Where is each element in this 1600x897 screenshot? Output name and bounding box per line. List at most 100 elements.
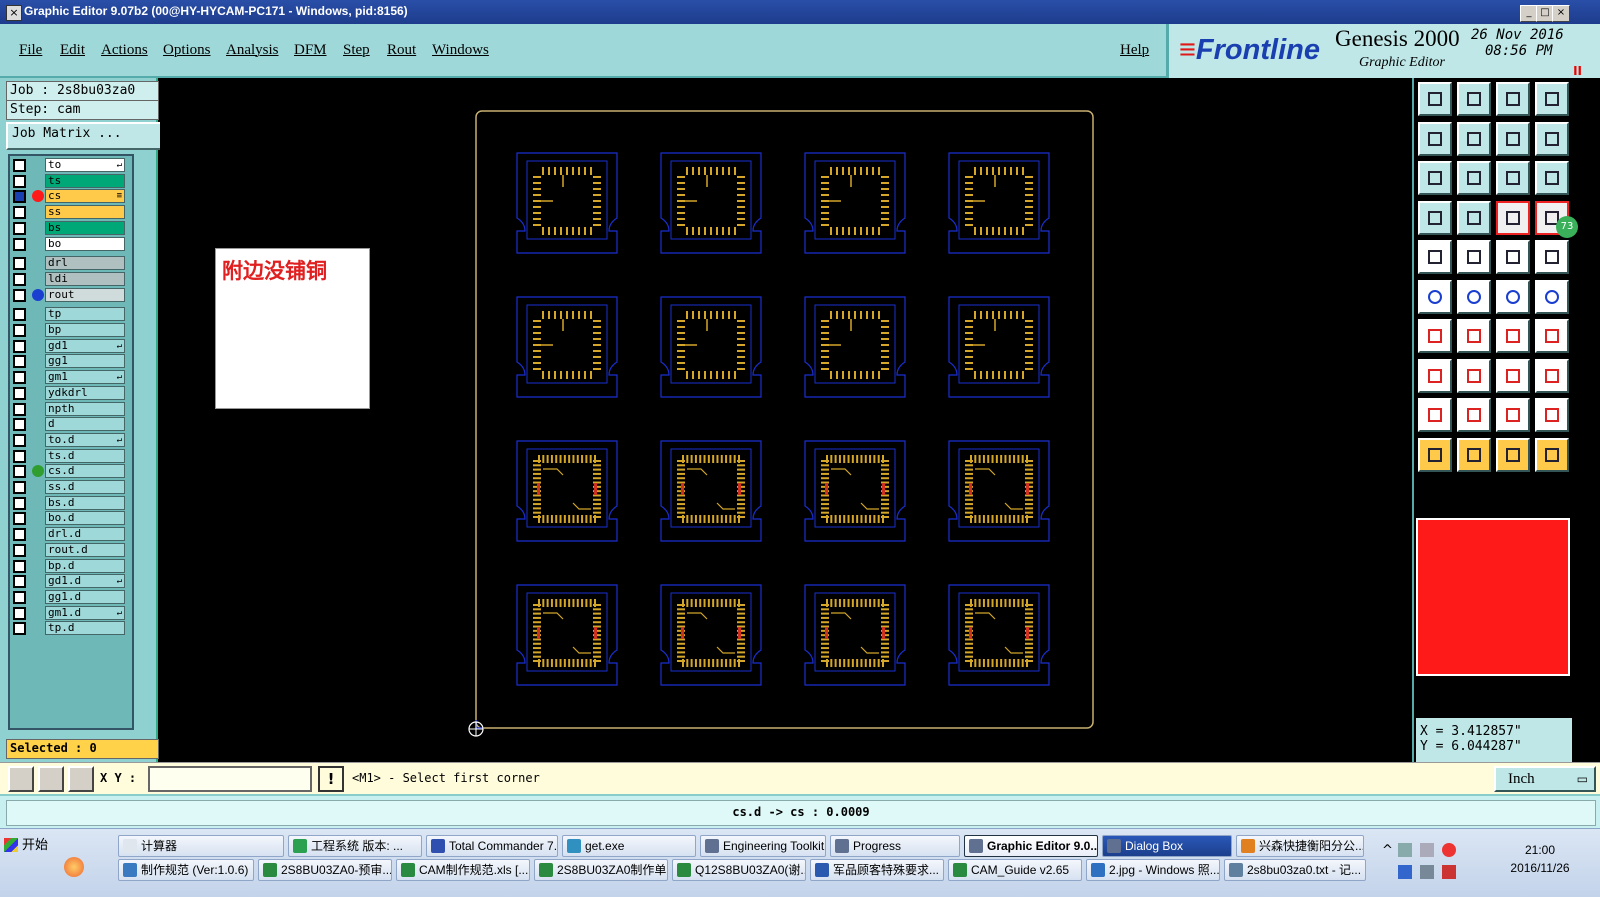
start-button[interactable]: 开始 xyxy=(2,835,54,857)
layer-row-bo[interactable]: bo xyxy=(10,236,128,251)
layer-row-tp[interactable]: tp xyxy=(10,307,128,322)
graphic-canvas[interactable]: 附边没铺铜 xyxy=(160,80,1410,762)
open-step-icon[interactable] xyxy=(1418,82,1452,116)
layer-checkbox[interactable] xyxy=(13,159,26,172)
layer-row-ldi[interactable]: ldi xyxy=(10,271,128,286)
zoom-fit-icon[interactable] xyxy=(1496,121,1530,156)
layer-row-to[interactable]: to ↵ xyxy=(10,158,128,172)
layer-row-bs[interactable]: bs xyxy=(10,220,128,235)
layer-checkbox[interactable] xyxy=(13,606,26,620)
xy-input[interactable] xyxy=(148,766,312,792)
zoom-all-icon[interactable] xyxy=(1418,161,1452,195)
layer-checkbox[interactable] xyxy=(13,339,26,353)
layer-row-cs[interactable]: cs ≡ xyxy=(10,189,128,204)
window-icon[interactable] xyxy=(1535,82,1569,116)
layer-name[interactable]: cs ≡ xyxy=(45,189,125,204)
layer-row-rout-d[interactable]: rout.d xyxy=(10,542,128,557)
layer-name[interactable]: ts xyxy=(45,173,125,188)
layer-row-gd1-d[interactable]: gd1.d ↵ xyxy=(10,574,128,589)
layer-row-drl[interactable]: drl xyxy=(10,256,128,271)
select-region-icon[interactable] xyxy=(1496,437,1530,472)
layer-name[interactable]: rout.d xyxy=(45,542,125,557)
taskbar-item[interactable]: Progress xyxy=(830,835,960,857)
taskbar-item[interactable]: Dialog Box xyxy=(1102,835,1232,857)
unit-selector[interactable]: Inch ▭ xyxy=(1494,766,1596,792)
group-icon[interactable] xyxy=(1535,358,1569,393)
layer-row-ydkdrl[interactable]: ydkdrl xyxy=(10,385,128,400)
menu-rout[interactable]: Rout xyxy=(387,42,416,59)
snap-icon[interactable] xyxy=(8,766,34,792)
layer-checkbox[interactable] xyxy=(13,449,26,463)
layer-name[interactable]: drl xyxy=(45,256,125,271)
select-path-icon[interactable] xyxy=(1535,437,1569,472)
draw-shape-icon[interactable] xyxy=(1457,240,1491,274)
layer-name[interactable]: bp.d xyxy=(45,558,125,573)
tray-alert-icon[interactable] xyxy=(1442,865,1456,879)
layer-name[interactable]: bo.d xyxy=(45,511,125,526)
close-step-icon[interactable] xyxy=(1457,82,1491,116)
layer-name[interactable]: tp xyxy=(45,307,125,322)
layer-row-drl-d[interactable]: drl.d xyxy=(10,527,128,542)
arc-right-icon[interactable] xyxy=(1535,398,1569,432)
job-matrix-button[interactable]: Job Matrix ... xyxy=(6,122,162,150)
menu-analysis[interactable]: Analysis xyxy=(226,42,279,59)
zoom-extents-icon[interactable] xyxy=(1457,161,1491,195)
taskbar-item[interactable]: Graphic Editor 9.0... xyxy=(964,835,1098,857)
snap-right-icon[interactable] xyxy=(1457,121,1491,156)
fill-circle-icon[interactable] xyxy=(1535,240,1569,274)
layer-checkbox[interactable] xyxy=(13,288,26,302)
layer-checkbox[interactable] xyxy=(13,237,26,251)
taskbar-item[interactable]: Engineering Toolkit ... xyxy=(700,835,826,857)
layer-checkbox[interactable] xyxy=(13,559,26,573)
angle-snap-icon[interactable] xyxy=(38,766,64,792)
layer-name[interactable]: cs.d xyxy=(45,464,125,479)
layer-checkbox[interactable] xyxy=(13,190,26,204)
layer-checkbox[interactable] xyxy=(13,402,26,416)
ruler-icon[interactable] xyxy=(1496,240,1530,274)
layer-checkbox[interactable] xyxy=(13,418,26,432)
layer-checkbox[interactable] xyxy=(13,590,26,604)
layer-name[interactable]: ts.d xyxy=(45,448,125,463)
taskbar-item[interactable]: 2s8bu03za0.txt - 记... xyxy=(1224,859,1366,881)
node-icon[interactable] xyxy=(1418,279,1452,314)
rotate-icon[interactable] xyxy=(1496,319,1530,353)
layer-name[interactable]: d xyxy=(45,417,125,432)
layer-row-npth[interactable]: npth xyxy=(10,401,128,416)
layer-row-bp-d[interactable]: bp.d xyxy=(10,558,128,573)
home-icon[interactable] xyxy=(1496,82,1530,116)
layer-name[interactable]: tp.d xyxy=(45,621,125,636)
layer-row-bo-d[interactable]: bo.d xyxy=(10,511,128,526)
layer-name[interactable]: to ↵ xyxy=(45,158,125,172)
layer-checkbox[interactable] xyxy=(13,206,26,220)
layer-name[interactable]: bs.d xyxy=(45,495,125,510)
align-icon[interactable] xyxy=(1496,358,1530,393)
tray-arrow-icon[interactable]: ^ xyxy=(1382,843,1393,858)
layer-row-bp[interactable]: bp xyxy=(10,323,128,337)
layer-name[interactable]: gm1.d ↵ xyxy=(45,605,125,620)
snap-left-icon[interactable] xyxy=(1418,121,1452,156)
line-arrow-icon[interactable] xyxy=(1535,279,1569,314)
layer-checkbox[interactable] xyxy=(13,512,26,526)
one-to-one-icon[interactable] xyxy=(1496,161,1530,195)
layer-checkbox[interactable] xyxy=(13,257,26,271)
layer-row-bs-d[interactable]: bs.d xyxy=(10,495,128,510)
layer-row-to-d[interactable]: to.d ↵ xyxy=(10,432,128,447)
help-icon[interactable] xyxy=(1535,161,1569,195)
layer-checkbox[interactable] xyxy=(13,221,26,235)
layer-row-ts-d[interactable]: ts.d xyxy=(10,448,128,463)
layer-row-ss[interactable]: ss xyxy=(10,205,128,220)
angle-icon[interactable] xyxy=(1418,319,1452,353)
layer-name[interactable]: ydkdrl xyxy=(45,385,125,400)
slash-icon[interactable] xyxy=(1457,319,1491,353)
taskbar-item[interactable]: CAM_Guide v2.65 xyxy=(948,859,1082,881)
select-icon[interactable] xyxy=(1418,437,1452,472)
taskbar-item[interactable]: 2S8BU03ZA0制作单... xyxy=(534,859,668,881)
scale-icon[interactable] xyxy=(1418,358,1452,393)
layer-name[interactable]: bp xyxy=(45,323,125,337)
menu-windows[interactable]: Windows xyxy=(432,42,489,59)
minus-icon[interactable] xyxy=(1457,358,1491,393)
layer-row-ss-d[interactable]: ss.d xyxy=(10,480,128,494)
taskbar-item[interactable]: 2.jpg - Windows 照... xyxy=(1086,859,1220,881)
layer-checkbox[interactable] xyxy=(13,324,26,337)
menu-options[interactable]: Options xyxy=(163,42,211,59)
